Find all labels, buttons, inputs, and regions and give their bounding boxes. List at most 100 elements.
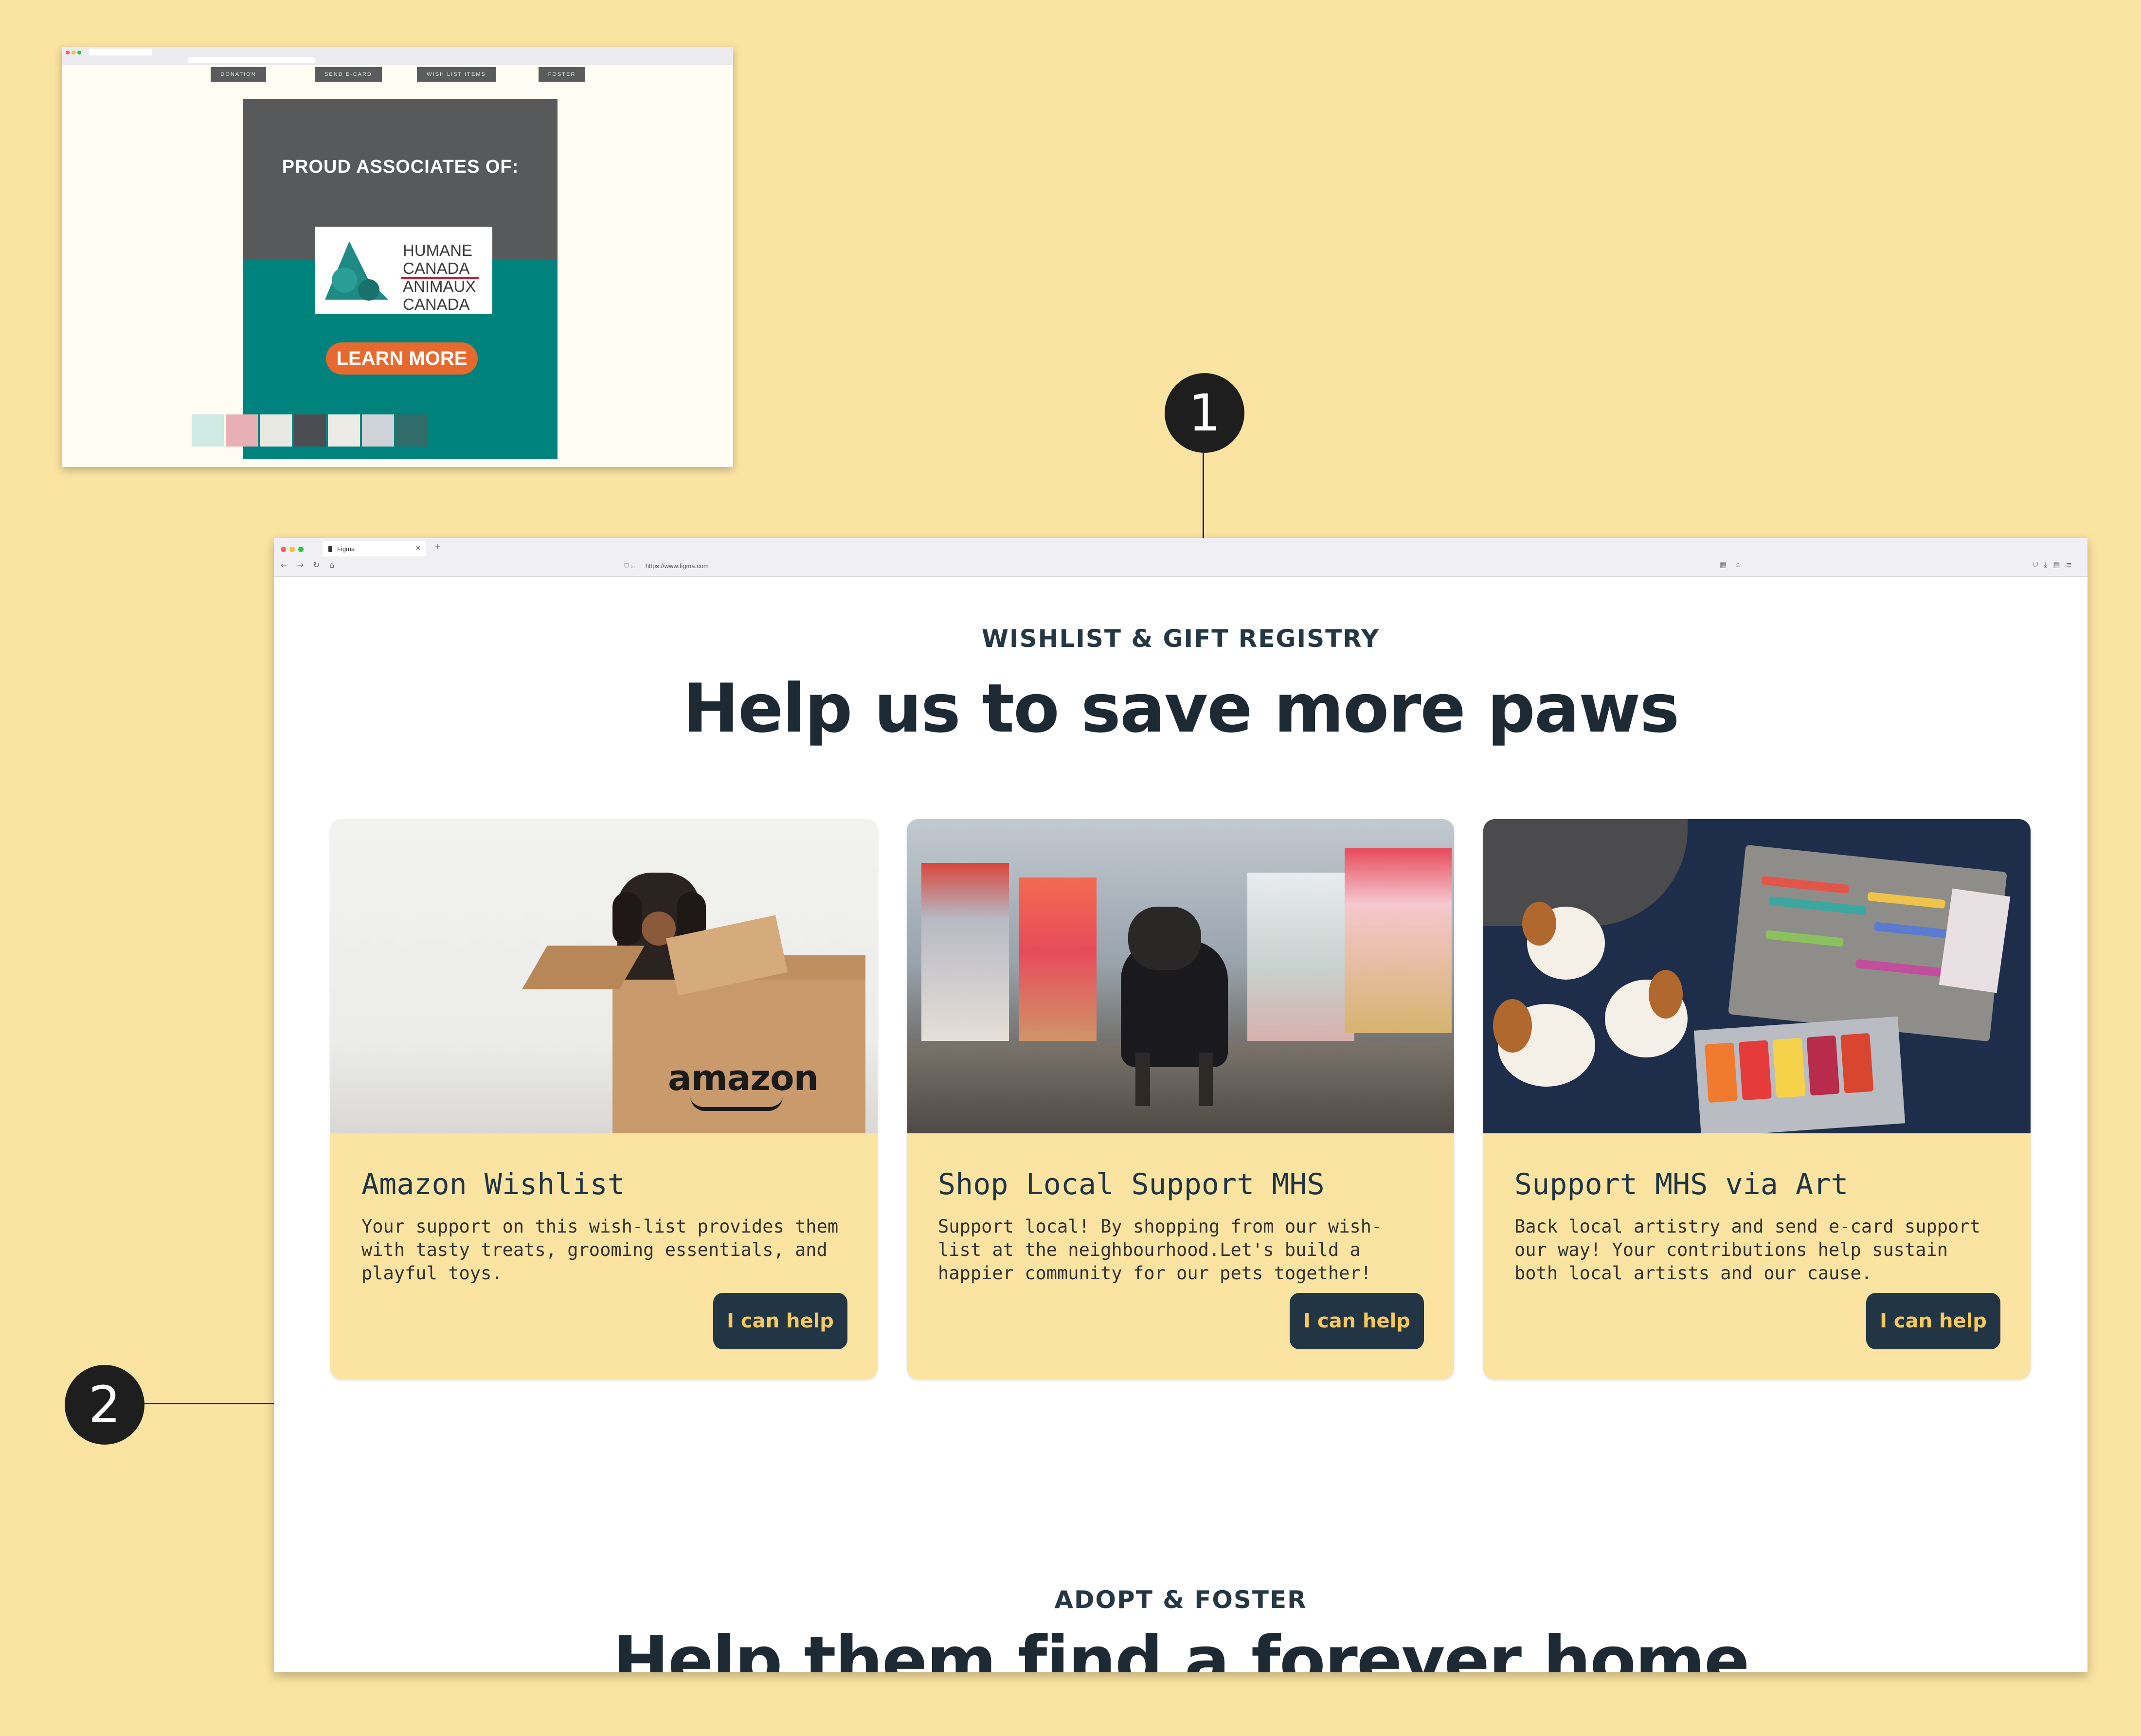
pastel bbox=[1761, 876, 1850, 894]
callout-2: 2 bbox=[65, 1365, 144, 1445]
i-can-help-button[interactable]: I can help bbox=[1290, 1293, 1424, 1349]
pastel bbox=[1840, 1033, 1874, 1093]
pastel bbox=[1738, 1040, 1772, 1101]
puppy-ear bbox=[1493, 999, 1532, 1053]
humane-canada-mark-icon bbox=[325, 241, 388, 301]
forward-icon[interactable]: → bbox=[297, 560, 303, 570]
mini-nav-wish-list[interactable]: WISH LIST ITEMS bbox=[417, 67, 496, 82]
logo-line-4: CANADA bbox=[403, 295, 470, 313]
thumbnail[interactable] bbox=[396, 414, 428, 447]
card-body: Amazon Wishlist Your support on this wis… bbox=[330, 1133, 878, 1285]
dog-leg bbox=[1135, 1053, 1150, 1106]
mini-tab[interactable] bbox=[89, 49, 152, 55]
section-eyebrow: WISHLIST & GIFT REGISTRY bbox=[981, 625, 1380, 653]
nav-buttons: ← → ↻ ⌂ bbox=[281, 560, 334, 570]
puppies-and-pastels-image bbox=[1483, 819, 2031, 1133]
minimize-dot-icon[interactable] bbox=[72, 51, 75, 54]
store-shelf bbox=[1247, 873, 1354, 1057]
home-icon[interactable]: ⌂ bbox=[329, 560, 334, 570]
logo-line-1: HUMANE bbox=[403, 241, 473, 259]
pastel bbox=[1772, 1038, 1806, 1098]
new-tab-icon[interactable]: + bbox=[434, 542, 440, 553]
mini-url-bar[interactable] bbox=[188, 57, 315, 63]
close-dot-icon[interactable] bbox=[66, 51, 70, 54]
card-title: Amazon Wishlist bbox=[361, 1167, 625, 1201]
browser-window: Figma ✕ + ← → ↻ ⌂ ⛉ ⊡ https://www.figma.… bbox=[274, 538, 2087, 1672]
thumbnail[interactable] bbox=[260, 414, 292, 447]
mini-browser-chrome bbox=[62, 47, 733, 65]
card-body: Shop Local Support MHS Support local! By… bbox=[907, 1133, 1454, 1285]
humane-canada-logo: HUMANE CANADA ANIMAUX CANADA bbox=[315, 227, 492, 314]
logo-divider bbox=[401, 277, 479, 279]
store-shelf bbox=[921, 863, 1009, 1048]
thumbnail[interactable] bbox=[192, 414, 224, 447]
lock-icon: ⛉ ⊡ bbox=[624, 562, 635, 570]
pastel bbox=[1855, 959, 1953, 978]
dark-fabric bbox=[1483, 819, 1688, 926]
extensions-icon[interactable]: ▦ ☆ bbox=[1720, 560, 1744, 569]
learn-more-button[interactable]: LEARN MORE bbox=[326, 342, 478, 375]
card-body: Support MHS via Art Back local artistry … bbox=[1483, 1133, 2031, 1285]
pastel bbox=[1765, 930, 1844, 947]
i-can-help-button[interactable]: I can help bbox=[713, 1293, 847, 1349]
card-amazon-wishlist: amazon Amazon Wishlist Your support on t… bbox=[330, 819, 878, 1379]
logo-line-3: ANIMAUX bbox=[403, 277, 476, 295]
card-support-art: Support MHS via Art Back local artistry … bbox=[1483, 819, 2031, 1379]
mini-nav-donation[interactable]: DONATION bbox=[211, 67, 266, 82]
amazon-smile-icon bbox=[690, 1096, 783, 1111]
logo-line-2: CANADA bbox=[403, 259, 470, 277]
url-text: https://www.figma.com bbox=[645, 562, 709, 570]
puppy-ear bbox=[1649, 970, 1683, 1019]
pastel bbox=[1769, 896, 1867, 915]
close-dot-icon[interactable] bbox=[281, 547, 286, 552]
dog-leg bbox=[1199, 1053, 1213, 1106]
toolbar-icons[interactable]: ⛉⤓▦≡ bbox=[2033, 560, 2078, 569]
section-headline: Help us to save more paws bbox=[683, 669, 1679, 748]
mini-nav-send-ecard[interactable]: SEND E-CARD bbox=[315, 67, 382, 82]
thumbnail-strip bbox=[192, 414, 428, 447]
i-can-help-button[interactable]: I can help bbox=[1866, 1293, 2000, 1349]
pastel bbox=[1806, 1035, 1840, 1096]
dog-in-pet-store-image bbox=[907, 819, 1454, 1133]
zoom-dot-icon[interactable] bbox=[77, 51, 81, 54]
thumbnail[interactable] bbox=[328, 414, 360, 447]
dog-ear bbox=[612, 892, 642, 946]
amazon-logo-text: amazon bbox=[668, 1057, 819, 1098]
thumbnail[interactable] bbox=[294, 414, 326, 447]
tab-title: Figma bbox=[337, 545, 355, 553]
banner-title: PROUD ASSOCIATES OF: bbox=[282, 157, 519, 177]
puppy-ear bbox=[1522, 902, 1556, 946]
reload-icon[interactable]: ↻ bbox=[313, 560, 320, 570]
pastel-box bbox=[1693, 1016, 1906, 1133]
card-title: Shop Local Support MHS bbox=[938, 1167, 1325, 1201]
next-section-headline: Help them find a forever home bbox=[612, 1622, 1749, 1672]
thumbnail[interactable] bbox=[362, 414, 394, 447]
figma-icon bbox=[328, 546, 332, 552]
browser-chrome: Figma ✕ + ← → ↻ ⌂ ⛉ ⊡ https://www.figma.… bbox=[274, 538, 2087, 577]
card-description: Your support on this wish-list provides … bbox=[361, 1216, 839, 1284]
dog-in-amazon-box-image: amazon bbox=[330, 819, 878, 1133]
store-shelf bbox=[1345, 848, 1452, 1033]
url-bar[interactable]: ⛉ ⊡ https://www.figma.com bbox=[624, 560, 1860, 573]
tab-close-icon[interactable]: ✕ bbox=[415, 544, 421, 552]
card-description: Back local artistry and send e-card supp… bbox=[1514, 1216, 1980, 1284]
mini-browser-window: DONATION SEND E-CARD WISH LIST ITEMS FOS… bbox=[62, 47, 733, 467]
thumbnail[interactable] bbox=[226, 414, 258, 447]
associates-banner: PROUD ASSOCIATES OF: HUMANE CANADA ANIMA… bbox=[243, 99, 558, 459]
card-shop-local: Shop Local Support MHS Support local! By… bbox=[907, 819, 1454, 1379]
card-list: amazon Amazon Wishlist Your support on t… bbox=[330, 819, 2031, 1379]
zoom-dot-icon[interactable] bbox=[298, 547, 304, 552]
store-shelf bbox=[1019, 877, 1097, 1062]
callout-1: 1 bbox=[1165, 373, 1244, 453]
pastel bbox=[1867, 892, 1946, 909]
pastel bbox=[1704, 1042, 1738, 1103]
minimize-dot-icon[interactable] bbox=[289, 547, 295, 552]
french-bulldog-head bbox=[1128, 907, 1201, 970]
browser-tab[interactable]: Figma ✕ bbox=[323, 541, 426, 556]
next-section-eyebrow: ADOPT & FOSTER bbox=[1054, 1586, 1307, 1614]
card-title: Support MHS via Art bbox=[1514, 1167, 1849, 1201]
page-content: WISHLIST & GIFT REGISTRY Help us to save… bbox=[274, 577, 2087, 1672]
mini-nav-foster[interactable]: FOSTER bbox=[539, 67, 585, 82]
card-description: Support local! By shopping from our wish… bbox=[938, 1216, 1383, 1284]
back-icon[interactable]: ← bbox=[281, 560, 287, 570]
